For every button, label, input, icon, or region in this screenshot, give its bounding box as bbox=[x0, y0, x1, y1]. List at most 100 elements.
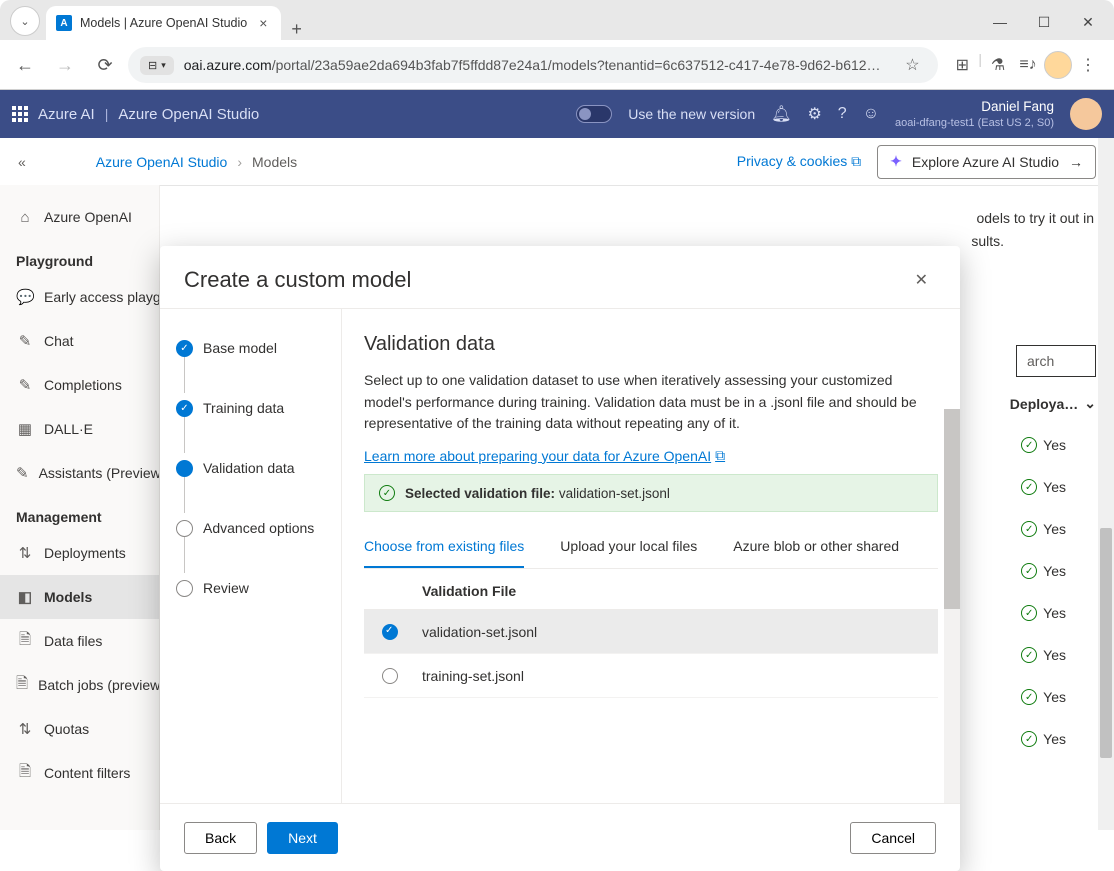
sidebar-item-deployments[interactable]: ⇅Deployments bbox=[0, 531, 159, 575]
scrollbar-thumb[interactable] bbox=[944, 409, 960, 609]
bell-icon[interactable]: 🔔︎ bbox=[771, 104, 791, 124]
close-dialog-icon[interactable]: ✕ bbox=[907, 266, 936, 294]
wizard-step-validation-data[interactable]: Validation data bbox=[176, 453, 341, 483]
tab-azure-blob[interactable]: Azure blob or other shared bbox=[733, 526, 899, 568]
azure-top-bar: Azure AI | Azure OpenAI Studio Use the n… bbox=[0, 90, 1114, 138]
radio-selected-icon[interactable] bbox=[382, 624, 398, 640]
wizard-nav: ✓Base model ✓Training data Validation da… bbox=[160, 309, 342, 803]
menu-icon[interactable]: ⋮ bbox=[1074, 51, 1102, 79]
wizard-step-advanced-options[interactable]: Advanced options bbox=[176, 513, 341, 543]
user-avatar[interactable] bbox=[1070, 98, 1102, 130]
wizard-content: Validation data Select up to one validat… bbox=[342, 309, 960, 803]
reading-list-icon[interactable]: ≡♪ bbox=[1014, 51, 1042, 79]
azure-favicon: A bbox=[56, 15, 72, 31]
sidebar-item-content-filters[interactable]: 🗎Content filters bbox=[0, 751, 159, 795]
sidebar-item-chat[interactable]: ✎Chat bbox=[0, 319, 159, 363]
sidebar-item-models[interactable]: ◧Models bbox=[0, 575, 159, 619]
dialog-footer: Back Next Cancel bbox=[160, 803, 960, 871]
sidebar-heading-management: Management bbox=[0, 495, 159, 531]
sidebar-item-home[interactable]: ⌂Azure OpenAI bbox=[0, 195, 159, 239]
close-tab-icon[interactable]: × bbox=[255, 15, 271, 31]
sidebar-item-batch-jobs[interactable]: 🗎Batch jobs (preview) bbox=[0, 663, 159, 707]
table-cell: ✓Yes bbox=[1021, 563, 1066, 579]
file-row[interactable]: validation-set.jsonl bbox=[364, 610, 938, 654]
tab-strip: ⌄ A Models | Azure OpenAI Studio × + bbox=[0, 0, 1114, 40]
check-icon: ✓ bbox=[1021, 647, 1037, 663]
back-button[interactable]: Back bbox=[184, 822, 257, 854]
help-icon[interactable]: ? bbox=[838, 105, 847, 123]
wizard-step-training-data[interactable]: ✓Training data bbox=[176, 393, 341, 423]
close-window-icon[interactable]: ✕ bbox=[1070, 8, 1106, 36]
table-cell: ✓Yes bbox=[1021, 521, 1066, 537]
content-scrollbar[interactable] bbox=[944, 409, 960, 803]
success-check-icon: ✓ bbox=[379, 485, 395, 501]
user-name: Daniel Fang bbox=[895, 98, 1054, 116]
quota-icon: ⇅ bbox=[16, 720, 34, 738]
reload-icon[interactable]: ⟳ bbox=[88, 48, 122, 82]
file-row[interactable]: training-set.jsonl bbox=[364, 654, 938, 698]
arrow-right-icon: → bbox=[1069, 154, 1083, 170]
privacy-link[interactable]: Privacy & cookies ⧉ bbox=[737, 153, 861, 170]
gear-icon[interactable]: ⚙ bbox=[807, 104, 821, 124]
tab-existing-files[interactable]: Choose from existing files bbox=[364, 526, 524, 568]
check-icon: ✓ bbox=[1021, 563, 1037, 579]
table-cell: ✓Yes bbox=[1021, 437, 1066, 453]
labs-icon[interactable]: ⚗ bbox=[984, 51, 1012, 79]
table-cell: ✓Yes bbox=[1021, 479, 1066, 495]
check-icon: ✓ bbox=[1021, 689, 1037, 705]
tab-list-dropdown[interactable]: ⌄ bbox=[10, 6, 40, 36]
version-toggle[interactable] bbox=[576, 105, 612, 123]
sidebar-item-quotas[interactable]: ⇅Quotas bbox=[0, 707, 159, 751]
scrollbar-thumb[interactable] bbox=[1100, 528, 1112, 758]
next-button[interactable]: Next bbox=[267, 822, 338, 854]
sidebar-item-dalle[interactable]: ▦DALL·E bbox=[0, 407, 159, 451]
site-info-chip[interactable]: ⊟▾ bbox=[140, 56, 174, 75]
column-deployable[interactable]: Deploya… ⌄ bbox=[1010, 395, 1096, 412]
cancel-button[interactable]: Cancel bbox=[850, 822, 936, 854]
minimize-icon[interactable]: — bbox=[982, 8, 1018, 36]
page-scrollbar[interactable] bbox=[1098, 138, 1114, 830]
window-controls: — ☐ ✕ bbox=[982, 8, 1106, 36]
table-cell: ✓Yes bbox=[1021, 605, 1066, 621]
page-intro-fragment-2: sults. bbox=[971, 233, 1004, 249]
waffle-icon[interactable] bbox=[12, 106, 28, 122]
new-version-label: Use the new version bbox=[628, 106, 755, 122]
extensions-icon[interactable]: ⊞ bbox=[948, 51, 976, 79]
bookmark-icon[interactable]: ☆ bbox=[898, 51, 926, 79]
address-bar[interactable]: ⊟▾ oai.azure.com/portal/23a59ae2da694b3f… bbox=[128, 47, 938, 83]
wizard-heading: Validation data bbox=[364, 333, 938, 356]
user-subscription: aoai-dfang-test1 (East US 2, S0) bbox=[895, 116, 1054, 130]
sidebar-item-assistants[interactable]: ✎Assistants (Preview) bbox=[0, 451, 159, 495]
breadcrumb-link[interactable]: Azure OpenAI Studio bbox=[96, 154, 228, 170]
url-text: oai.azure.com/portal/23a59ae2da694b3fab7… bbox=[184, 57, 889, 73]
user-block[interactable]: Daniel Fang aoai-dfang-test1 (East US 2,… bbox=[895, 98, 1054, 130]
batch-icon: 🗎 bbox=[16, 673, 28, 698]
ai-studio-icon: ✦ bbox=[890, 153, 902, 170]
profile-avatar-icon[interactable] bbox=[1044, 51, 1072, 79]
new-tab-button[interactable]: + bbox=[281, 19, 312, 40]
filter-icon: 🗎 bbox=[16, 761, 34, 786]
chat-icon: ✎ bbox=[16, 332, 34, 350]
brand-azure-ai[interactable]: Azure AI bbox=[38, 106, 95, 123]
models-search-input[interactable]: arch bbox=[1016, 345, 1096, 377]
explore-ai-studio-button[interactable]: ✦ Explore Azure AI Studio → bbox=[877, 145, 1096, 179]
collapse-sidebar-icon[interactable]: « bbox=[18, 154, 26, 170]
radio-unselected-icon[interactable] bbox=[382, 668, 398, 684]
brand-openai-studio[interactable]: Azure OpenAI Studio bbox=[118, 106, 259, 123]
wizard-step-review[interactable]: Review bbox=[176, 573, 341, 603]
check-icon: ✓ bbox=[1021, 605, 1037, 621]
maximize-icon[interactable]: ☐ bbox=[1026, 8, 1062, 36]
feedback-icon[interactable]: ☺ bbox=[863, 105, 879, 123]
sidebar-item-data-files[interactable]: 🗎Data files bbox=[0, 619, 159, 663]
forward-icon: → bbox=[48, 48, 82, 82]
deployments-icon: ⇅ bbox=[16, 544, 34, 562]
tab-upload-files[interactable]: Upload your local files bbox=[560, 526, 697, 568]
image-icon: ▦ bbox=[16, 420, 34, 438]
file-name: validation-set.jsonl bbox=[422, 624, 537, 640]
browser-tab[interactable]: A Models | Azure OpenAI Studio × bbox=[46, 6, 281, 40]
sidebar-item-early-access[interactable]: 💬Early access playground bbox=[0, 275, 159, 319]
learn-more-link[interactable]: Learn more about preparing your data for… bbox=[364, 447, 725, 464]
wizard-step-base-model[interactable]: ✓Base model bbox=[176, 333, 341, 363]
back-icon[interactable]: ← bbox=[8, 48, 42, 82]
sidebar-item-completions[interactable]: ✎Completions bbox=[0, 363, 159, 407]
